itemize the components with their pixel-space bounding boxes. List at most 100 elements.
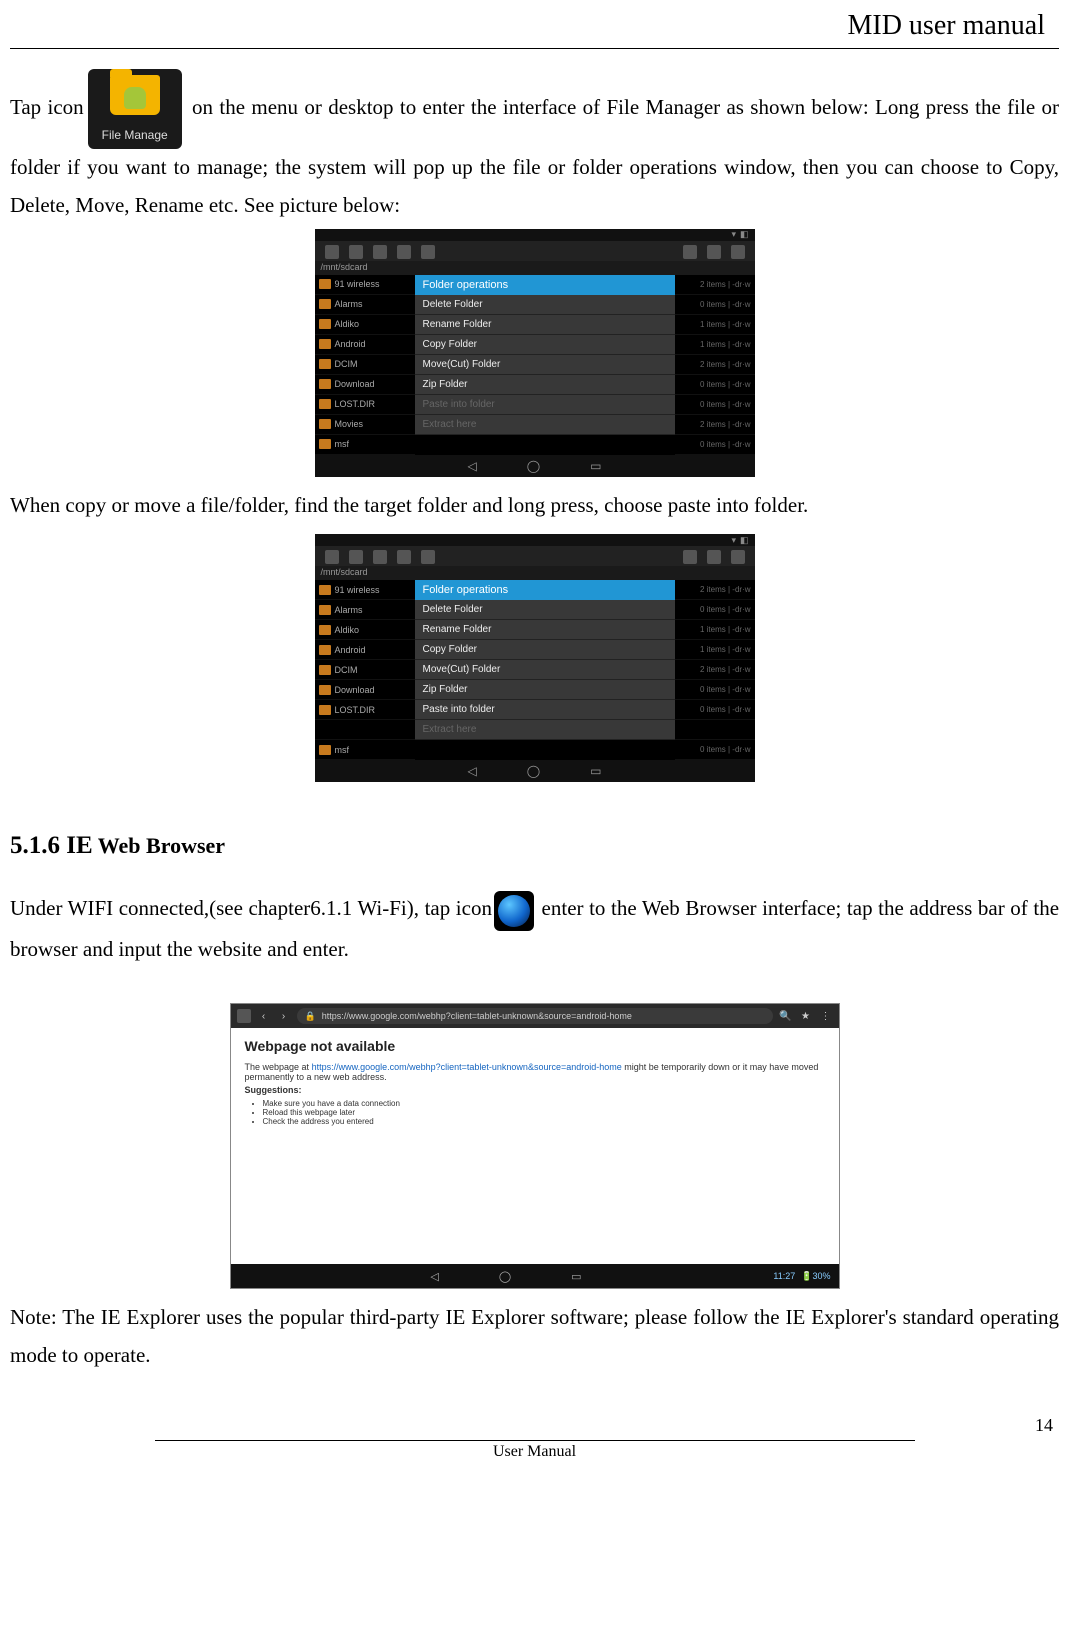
folder-list: 91 wireless Alarms Aldiko Android DCIM D… [315, 275, 415, 455]
popup-item-paste[interactable]: Paste into folder [415, 700, 675, 720]
folder-row[interactable]: Android [315, 335, 415, 355]
nav-home-icon[interactable]: ◯ [499, 1270, 511, 1283]
section-number: 5.1.6 IE [10, 832, 93, 859]
popup-item-move[interactable]: Move(Cut) Folder [415, 660, 675, 680]
error-url-link[interactable]: https://www.google.com/webhp?client=tabl… [312, 1062, 622, 1072]
menu-icon[interactable]: ⋮ [819, 1009, 833, 1023]
folder-meta: 0 items | -dr·w [675, 740, 755, 760]
screenshot-folder-operations-1: ▾◧ /mnt/sdcard 91 wireless Alarms Aldiko… [315, 229, 755, 477]
folder-icon [319, 625, 331, 635]
folder-row[interactable]: Download [315, 375, 415, 395]
popup-item-copy[interactable]: Copy Folder [415, 640, 675, 660]
folder-icon [319, 439, 331, 449]
folder-row[interactable]: msf [315, 435, 415, 455]
folder-row[interactable]: Movies [315, 415, 415, 435]
folder-meta: 0 items | -dr·w [675, 700, 755, 720]
nav-back-icon[interactable]: ‹ [257, 1009, 271, 1023]
nav-home-icon[interactable]: ◯ [527, 764, 540, 778]
folder-meta: 0 items | -dr·w [675, 375, 755, 395]
folder-meta: 0 items | -dr·w [675, 680, 755, 700]
nav-forward-icon[interactable]: › [277, 1009, 291, 1023]
mid-text: When copy or move a file/folder, find th… [10, 487, 1059, 525]
folder-meta: 1 items | -dr·w [675, 315, 755, 335]
tab-thumbnail-icon[interactable] [237, 1009, 251, 1023]
folder-meta: 1 items | -dr·w [675, 335, 755, 355]
folder-row[interactable]: Android [315, 640, 415, 660]
nav-home-icon[interactable]: ◯ [527, 459, 540, 473]
folder-row[interactable]: LOST.DIR [315, 700, 415, 720]
toolbar-up-icon[interactable] [349, 550, 363, 564]
toolbar-menu-icon[interactable] [731, 550, 745, 564]
file-manager-icon: File Manage [88, 69, 182, 149]
toolbar-multi-icon[interactable] [373, 245, 387, 259]
header-title: MID user manual [10, 10, 1059, 42]
folder-row[interactable]: 91 wireless [315, 275, 415, 295]
folder-icon [319, 399, 331, 409]
search-icon[interactable]: 🔍 [779, 1009, 793, 1023]
folder-meta: 2 items | -dr·w [675, 275, 755, 295]
folder-operations-popup: Folder operations Delete Folder Rename F… [415, 580, 675, 760]
toolbar-multi-icon[interactable] [373, 550, 387, 564]
toolbar-back-icon[interactable] [397, 245, 411, 259]
browser-paragraph: Under WIFI connected,(see chapter6.1.1 W… [10, 890, 1059, 968]
folder-row[interactable] [315, 720, 415, 740]
toolbar-view-icon[interactable] [707, 245, 721, 259]
popup-item-rename[interactable]: Rename Folder [415, 620, 675, 640]
popup-item-paste: Paste into folder [415, 395, 675, 415]
browser-page-body: Webpage not available The webpage at htt… [231, 1028, 839, 1264]
toolbar-home-icon[interactable] [325, 245, 339, 259]
popup-item-move[interactable]: Move(Cut) Folder [415, 355, 675, 375]
toolbar-back-icon[interactable] [397, 550, 411, 564]
folder-row[interactable]: Aldiko [315, 620, 415, 640]
nav-back-icon[interactable]: ◁ [430, 1270, 438, 1283]
popup-item-zip[interactable]: Zip Folder [415, 680, 675, 700]
folder-row[interactable]: Alarms [315, 600, 415, 620]
document-page: MID user manual Tap icon File Manage on … [0, 0, 1069, 1491]
folder-icon [319, 319, 331, 329]
folder-row[interactable]: msf [315, 740, 415, 760]
folder-icon [319, 665, 331, 675]
toolbar-forward-icon[interactable] [421, 245, 435, 259]
folder-icon [319, 299, 331, 309]
bookmark-icon[interactable]: ★ [799, 1009, 813, 1023]
nav-recent-icon[interactable]: ▭ [590, 459, 601, 473]
toolbar-search-icon[interactable] [683, 550, 697, 564]
popup-item-delete[interactable]: Delete Folder [415, 600, 675, 620]
popup-item-zip[interactable]: Zip Folder [415, 375, 675, 395]
folder-row[interactable]: Download [315, 680, 415, 700]
popup-item-copy[interactable]: Copy Folder [415, 335, 675, 355]
section-heading: 5.1.6 IE Web Browser [10, 832, 1059, 860]
folder-row[interactable]: DCIM [315, 355, 415, 375]
toolbar-home-icon[interactable] [325, 550, 339, 564]
folder-row[interactable]: 91 wireless [315, 580, 415, 600]
toolbar-up-icon[interactable] [349, 245, 363, 259]
folder-name: LOST.DIR [335, 705, 376, 715]
folder-row[interactable]: DCIM [315, 660, 415, 680]
suggestion-item: Make sure you have a data connection [263, 1099, 825, 1108]
screenshot-folder-operations-2: ▾◧ /mnt/sdcard 91 wireless Alarms Aldiko… [315, 534, 755, 782]
url-input[interactable]: 🔒 https://www.google.com/webhp?client=ta… [297, 1008, 773, 1024]
folder-name: Aldiko [335, 625, 360, 635]
folder-meta: 0 items | -dr·w [675, 600, 755, 620]
toolbar-forward-icon[interactable] [421, 550, 435, 564]
android-nav-bar: ◁ ◯ ▭ [315, 455, 755, 477]
footer-rule [155, 1440, 915, 1441]
toolbar-menu-icon[interactable] [731, 245, 745, 259]
popup-item-delete[interactable]: Delete Folder [415, 295, 675, 315]
folder-meta: 0 items | -dr·w [675, 435, 755, 455]
nav-back-icon[interactable]: ◁ [467, 459, 476, 473]
folder-meta: 2 items | -dr·w [675, 415, 755, 435]
file-manager-icon-label: File Manage [88, 125, 182, 147]
nav-recent-icon[interactable]: ▭ [590, 764, 601, 778]
toolbar-search-icon[interactable] [683, 245, 697, 259]
popup-item-rename[interactable]: Rename Folder [415, 315, 675, 335]
toolbar-view-icon[interactable] [707, 550, 721, 564]
android-nav-bar: ◁ ◯ ▭ [315, 760, 755, 782]
nav-recent-icon[interactable]: ▭ [571, 1270, 581, 1283]
folder-row[interactable]: Aldiko [315, 315, 415, 335]
folder-icon [319, 645, 331, 655]
nav-back-icon[interactable]: ◁ [467, 764, 476, 778]
screenshot-browser: ‹ › 🔒 https://www.google.com/webhp?clien… [230, 1003, 840, 1289]
folder-row[interactable]: Alarms [315, 295, 415, 315]
folder-row[interactable]: LOST.DIR [315, 395, 415, 415]
